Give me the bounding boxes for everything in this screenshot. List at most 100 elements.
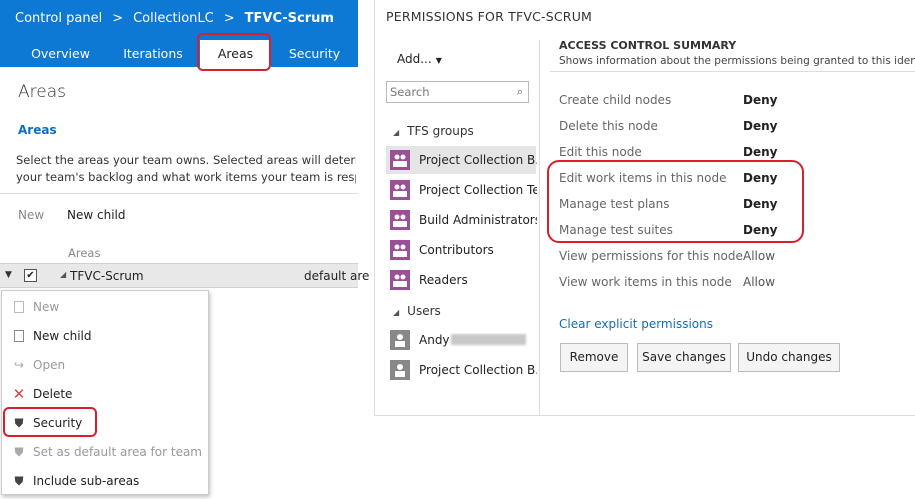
permission-name: Create child nodes bbox=[559, 93, 672, 107]
description-line: your team's backlog and what work items … bbox=[16, 170, 356, 184]
permissions-panel: PERMISSIONS FOR TFVC-SCRUM Add...▼ ⌕ ◢ TF… bbox=[374, 0, 915, 416]
identity-item[interactable]: Project Collection B... bbox=[386, 146, 537, 174]
permission-value[interactable]: Deny bbox=[743, 197, 777, 211]
shield-icon: ⛊ bbox=[14, 445, 24, 459]
menu-item-label: Delete bbox=[33, 387, 73, 401]
clear-permissions-link[interactable]: Clear explicit permissions bbox=[559, 317, 713, 331]
permission-value[interactable]: Deny bbox=[743, 171, 777, 185]
redacted-text bbox=[450, 334, 526, 345]
group-header-label: TFS groups bbox=[407, 124, 474, 138]
document-icon bbox=[14, 301, 24, 313]
breadcrumb-collection[interactable]: CollectionLC bbox=[133, 11, 214, 26]
identity-name: Project Collection B... bbox=[419, 153, 537, 167]
areas-column-header: Areas bbox=[68, 246, 101, 260]
identity-name: Project Collection Te... bbox=[419, 183, 537, 197]
header-bar: Control panel > CollectionLC > TFVC-Scrum Ov… bbox=[0, 0, 358, 67]
new-button[interactable]: New bbox=[18, 208, 44, 222]
collapse-icon[interactable]: ◢ bbox=[393, 308, 399, 317]
summary-subtitle: Shows information about the permissions … bbox=[559, 55, 915, 67]
identity-item[interactable]: Build Administrators bbox=[386, 206, 537, 234]
user-avatar-icon bbox=[390, 360, 410, 380]
group-avatar-icon bbox=[390, 150, 410, 170]
remove-button[interactable]: Remove bbox=[560, 343, 628, 372]
context-menu: New New child ↪ Open ✕ Delete ⛊ Security… bbox=[1, 290, 209, 495]
admin-tabs: Overview Iterations Areas Security bbox=[0, 40, 358, 67]
default-area-label: default are bbox=[304, 269, 370, 283]
permission-value[interactable]: Deny bbox=[743, 223, 777, 237]
group-avatar-icon bbox=[390, 270, 410, 290]
identity-name: Build Administrators bbox=[419, 213, 537, 227]
group-avatar-icon bbox=[390, 240, 410, 260]
tab-areas[interactable]: Areas bbox=[200, 40, 271, 67]
table-row[interactable]: ▼ ✔ ◢ TFVC-Scrum default are bbox=[0, 263, 369, 288]
identity-item[interactable]: Readers bbox=[386, 266, 536, 294]
document-icon bbox=[14, 330, 24, 342]
menu-item-label: Include sub-areas bbox=[33, 474, 140, 488]
tab-security[interactable]: Security bbox=[271, 40, 358, 67]
menu-item-include-subareas[interactable]: ⛊ Include sub-areas bbox=[2, 467, 208, 496]
undo-changes-button[interactable]: Undo changes bbox=[738, 343, 840, 372]
permission-name: View permissions for this node bbox=[559, 249, 743, 263]
add-label: Add... bbox=[397, 52, 432, 66]
menu-item-set-default[interactable]: ⛊ Set as default area for team bbox=[2, 438, 208, 467]
breadcrumb-control-panel[interactable]: Control panel bbox=[15, 11, 102, 26]
description-line: Select the areas your team owns. Selecte… bbox=[16, 153, 356, 167]
row-menu-icon[interactable]: ▼ bbox=[5, 270, 12, 280]
menu-item-security[interactable]: ⛊ Security bbox=[2, 409, 208, 438]
permission-value[interactable]: Allow bbox=[743, 249, 775, 263]
tab-iterations[interactable]: Iterations bbox=[106, 40, 200, 67]
menu-item-label: Open bbox=[33, 358, 66, 372]
permission-name: Edit this node bbox=[559, 145, 642, 159]
areas-toolbar: New New child bbox=[0, 193, 358, 236]
identity-item[interactable]: Andy bbox=[386, 326, 536, 354]
area-checkbox[interactable]: ✔ bbox=[24, 269, 37, 282]
tab-overview[interactable]: Overview bbox=[15, 40, 106, 67]
menu-item-label: Security bbox=[33, 416, 83, 430]
search-icon[interactable]: ⌕ bbox=[517, 85, 523, 99]
group-avatar-icon bbox=[390, 180, 410, 200]
menu-item-delete[interactable]: ✕ Delete bbox=[2, 380, 208, 409]
menu-item-open[interactable]: ↪ Open bbox=[2, 351, 208, 380]
permission-value[interactable]: Deny bbox=[743, 119, 777, 133]
breadcrumb-project[interactable]: TFVC-Scrum bbox=[245, 11, 334, 26]
area-name: TFVC-Scrum bbox=[70, 269, 144, 283]
group-avatar-icon bbox=[390, 210, 410, 230]
menu-item-new-child[interactable]: New child bbox=[2, 322, 208, 351]
areas-admin-panel: Control panel > CollectionLC > TFVC-Scrum Ov… bbox=[0, 0, 369, 499]
save-changes-button[interactable]: Save changes bbox=[637, 343, 731, 372]
menu-item-label: Set as default area for team bbox=[33, 445, 202, 459]
group-header-users[interactable]: ◢ Users bbox=[393, 304, 441, 318]
permission-name: Manage test suites bbox=[559, 223, 673, 237]
areas-subheading: Areas bbox=[18, 123, 57, 137]
redo-arrow-icon: ↪ bbox=[13, 358, 25, 372]
breadcrumb: Control panel > CollectionLC > TFVC-Scrum bbox=[15, 11, 334, 26]
areas-description: Select the areas your team owns. Selecte… bbox=[16, 152, 356, 186]
identity-name: Andy bbox=[419, 333, 537, 347]
group-header-tfs[interactable]: ◢ TFS groups bbox=[393, 124, 474, 138]
permission-value[interactable]: Deny bbox=[743, 93, 777, 107]
delete-x-icon: ✕ bbox=[12, 385, 26, 403]
add-identity-button[interactable]: Add... ▼ bbox=[397, 52, 442, 66]
identity-search: ⌕ bbox=[386, 81, 529, 103]
search-input[interactable] bbox=[390, 84, 508, 100]
chevron-down-icon: ▼ bbox=[435, 56, 442, 65]
divider bbox=[550, 71, 915, 72]
permission-name: Delete this node bbox=[559, 119, 658, 133]
permission-value[interactable]: Deny bbox=[743, 145, 777, 159]
new-child-button[interactable]: New child bbox=[67, 208, 125, 222]
menu-item-label: New child bbox=[33, 329, 92, 343]
shield-icon: ⛊ bbox=[14, 416, 24, 430]
permission-name: View work items in this node bbox=[559, 275, 732, 289]
collapse-icon[interactable]: ◢ bbox=[60, 270, 66, 279]
panel-divider[interactable] bbox=[539, 40, 540, 416]
menu-item-new[interactable]: New bbox=[2, 293, 208, 322]
identity-name: Readers bbox=[419, 273, 468, 287]
identity-item[interactable]: Project Collection Te... bbox=[386, 176, 537, 204]
identity-item[interactable]: Contributors bbox=[386, 236, 536, 264]
breadcrumb-separator: > bbox=[223, 11, 235, 26]
shield-icon: ⛊ bbox=[14, 474, 24, 488]
identity-item[interactable]: Project Collection B... bbox=[386, 356, 537, 384]
permission-value[interactable]: Allow bbox=[743, 275, 775, 289]
permissions-title: PERMISSIONS FOR TFVC-SCRUM bbox=[386, 9, 593, 24]
collapse-icon[interactable]: ◢ bbox=[393, 128, 399, 137]
